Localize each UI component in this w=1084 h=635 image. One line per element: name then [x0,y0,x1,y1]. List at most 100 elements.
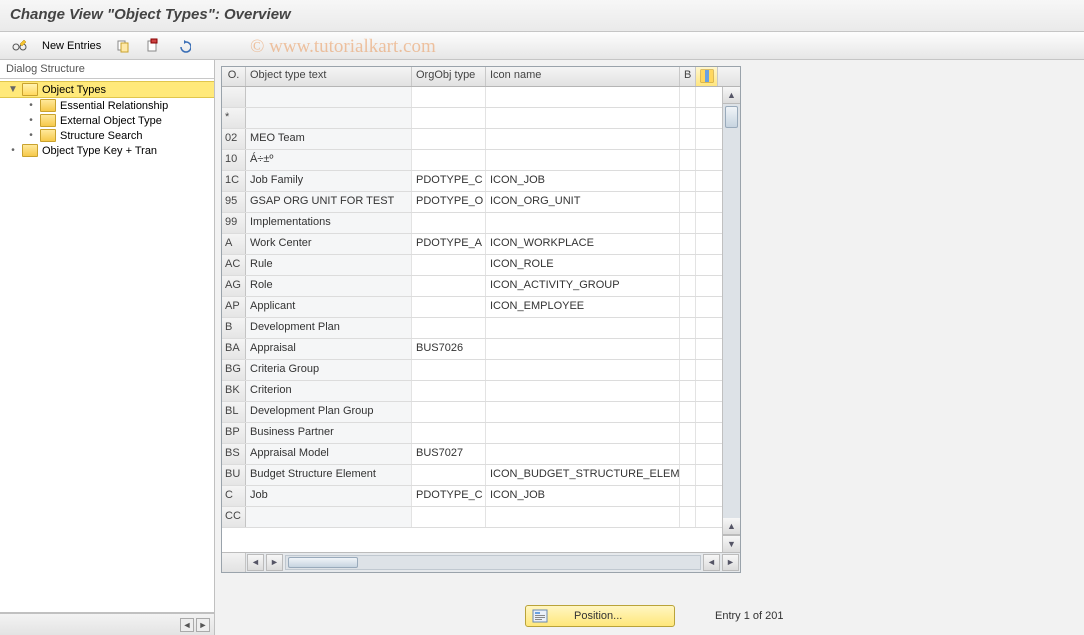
cell-objtype[interactable]: BP [222,423,246,443]
cell-objtype[interactable]: BA [222,339,246,359]
cell-b[interactable] [680,360,696,380]
cell-objtypetext[interactable] [246,507,412,527]
tree-node[interactable]: ▼Object Types [0,81,214,98]
cell-iconname[interactable] [486,213,680,233]
cell-iconname[interactable]: ICON_JOB [486,171,680,191]
cell-b[interactable] [680,276,696,296]
cell-b[interactable] [680,213,696,233]
cell-objtype[interactable]: 10 [222,150,246,170]
cell-orgobjtype[interactable] [412,360,486,380]
table-row[interactable]: AGRoleICON_ACTIVITY_GROUP [222,276,722,297]
table-row[interactable]: 95GSAP ORG UNIT FOR TESTPDOTYPE_OICON_OR… [222,192,722,213]
cell-iconname[interactable] [486,507,680,527]
cell-iconname[interactable] [486,402,680,422]
cell-b[interactable] [680,129,696,149]
cell-b[interactable] [680,255,696,275]
cell-iconname[interactable] [486,318,680,338]
cell-objtypetext[interactable]: Appraisal Model [246,444,412,464]
scroll-thumb[interactable] [725,106,738,128]
cell-orgobjtype[interactable]: PDOTYPE_O [412,192,486,212]
table-row[interactable]: 99Implementations [222,213,722,234]
col-header-iconname[interactable]: Icon name [486,67,680,86]
cell-b[interactable] [680,192,696,212]
dialog-structure-tree[interactable]: ▼Object Types•Essential Relationship•Ext… [0,79,214,613]
table-row[interactable] [222,87,722,108]
cell-objtype[interactable]: AG [222,276,246,296]
cell-b[interactable] [680,444,696,464]
cell-orgobjtype[interactable] [412,129,486,149]
cell-b[interactable] [680,171,696,191]
cell-objtypetext[interactable]: Job [246,486,412,506]
cell-iconname[interactable]: ICON_BUDGET_STRUCTURE_ELEMENT [486,465,680,485]
table-row[interactable]: CC [222,507,722,528]
cell-orgobjtype[interactable] [412,465,486,485]
cell-iconname[interactable] [486,444,680,464]
cell-objtype[interactable] [222,87,246,107]
table-row[interactable]: 02MEO Team [222,129,722,150]
cell-iconname[interactable]: ICON_ORG_UNIT [486,192,680,212]
table-row[interactable]: ACRuleICON_ROLE [222,255,722,276]
cell-objtypetext[interactable]: Applicant [246,297,412,317]
table-row[interactable]: APApplicantICON_EMPLOYEE [222,297,722,318]
grid-vertical-scrollbar[interactable]: ▲ ▲ ▼ [722,87,740,552]
cell-objtypetext[interactable]: Implementations [246,213,412,233]
cell-objtype[interactable]: 95 [222,192,246,212]
cell-objtypetext[interactable]: Criterion [246,381,412,401]
tree-node[interactable]: •Structure Search [0,128,214,143]
cell-orgobjtype[interactable]: BUS7027 [412,444,486,464]
cell-orgobjtype[interactable] [412,213,486,233]
scroll-left2-icon[interactable]: ◄ [703,554,720,571]
cell-b[interactable] [680,318,696,338]
cell-objtypetext[interactable]: Job Family [246,171,412,191]
cell-objtypetext[interactable]: Work Center [246,234,412,254]
table-row[interactable]: AWork CenterPDOTYPE_AICON_WORKPLACE [222,234,722,255]
cell-iconname[interactable] [486,339,680,359]
cell-orgobjtype[interactable] [412,87,486,107]
cell-orgobjtype[interactable]: PDOTYPE_C [412,171,486,191]
cell-objtype[interactable]: 1C [222,171,246,191]
cell-b[interactable] [680,381,696,401]
table-row[interactable]: CJobPDOTYPE_CICON_JOB [222,486,722,507]
scroll-right-step-icon[interactable]: ► [266,554,283,571]
table-row[interactable]: 1CJob FamilyPDOTYPE_CICON_JOB [222,171,722,192]
cell-b[interactable] [680,423,696,443]
cell-objtype[interactable]: BS [222,444,246,464]
cell-b[interactable] [680,402,696,422]
sidebar-scroll-left-icon[interactable]: ◄ [180,618,194,632]
scroll-up-icon[interactable]: ▲ [723,87,740,104]
cell-objtypetext[interactable] [246,87,412,107]
grid-configure-button[interactable] [696,67,718,86]
cell-orgobjtype[interactable]: BUS7026 [412,339,486,359]
cell-b[interactable] [680,87,696,107]
table-row[interactable]: BKCriterion [222,381,722,402]
cell-b[interactable] [680,465,696,485]
col-header-objtypetext[interactable]: Object type text [246,67,412,86]
cell-orgobjtype[interactable] [412,402,486,422]
cell-objtypetext[interactable]: Business Partner [246,423,412,443]
scroll-left-icon[interactable]: ◄ [247,554,264,571]
cell-objtype[interactable]: AC [222,255,246,275]
cell-objtype[interactable]: CC [222,507,246,527]
cell-iconname[interactable] [486,381,680,401]
table-row[interactable]: BGCriteria Group [222,360,722,381]
cell-objtype[interactable]: BG [222,360,246,380]
cell-objtype[interactable]: B [222,318,246,338]
cell-iconname[interactable]: ICON_EMPLOYEE [486,297,680,317]
sidebar-scroll-right-icon[interactable]: ► [196,618,210,632]
cell-iconname[interactable] [486,108,680,128]
cell-objtype[interactable]: A [222,234,246,254]
cell-objtypetext[interactable]: GSAP ORG UNIT FOR TEST [246,192,412,212]
col-header-objtype[interactable]: O. [222,67,246,86]
cell-orgobjtype[interactable] [412,381,486,401]
cell-iconname[interactable]: ICON_WORKPLACE [486,234,680,254]
cell-orgobjtype[interactable]: PDOTYPE_A [412,234,486,254]
cell-iconname[interactable] [486,129,680,149]
cell-objtype[interactable]: 99 [222,213,246,233]
cell-orgobjtype[interactable] [412,255,486,275]
cell-iconname[interactable] [486,360,680,380]
table-row[interactable]: BUBudget Structure ElementICON_BUDGET_ST… [222,465,722,486]
cell-b[interactable] [680,150,696,170]
copy-as-button[interactable] [111,36,135,56]
cell-b[interactable] [680,339,696,359]
cell-objtypetext[interactable]: Role [246,276,412,296]
